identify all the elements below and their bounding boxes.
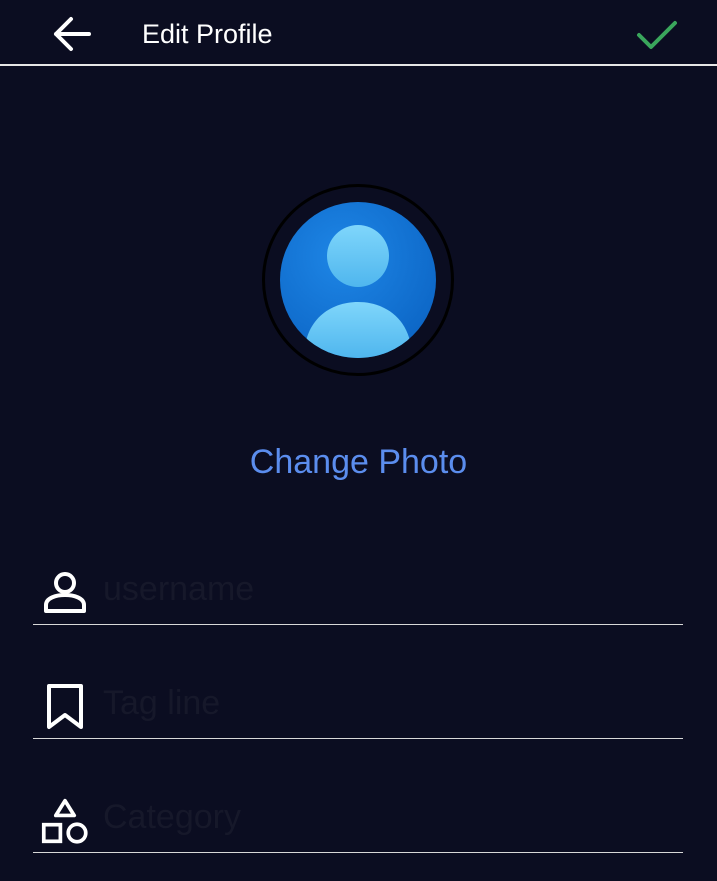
save-button[interactable] [634, 14, 680, 56]
tagline-field [33, 665, 683, 739]
category-field [33, 779, 683, 853]
page-title: Edit Profile [142, 19, 273, 49]
category-input[interactable] [103, 789, 663, 845]
tagline-input[interactable] [103, 675, 663, 731]
username-field [33, 551, 683, 625]
change-photo-button[interactable]: Change Photo [0, 440, 717, 484]
arrow-left-icon [54, 17, 91, 51]
shapes-icon [41, 797, 89, 845]
profile-photo[interactable] [262, 184, 454, 376]
back-button[interactable] [50, 14, 92, 54]
user-avatar-icon [280, 202, 436, 358]
top-app-bar: Edit Profile [0, 0, 717, 66]
bookmark-icon [41, 683, 89, 731]
username-input[interactable] [103, 561, 663, 617]
person-icon [41, 569, 89, 617]
check-icon [637, 21, 677, 49]
